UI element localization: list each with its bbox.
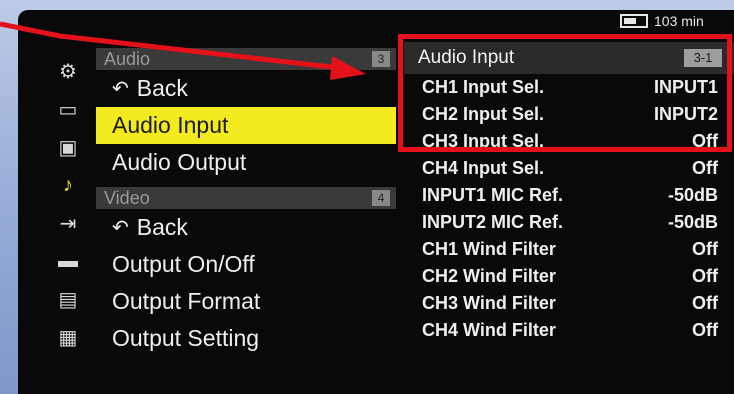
annotation-arrow <box>0 21 366 80</box>
